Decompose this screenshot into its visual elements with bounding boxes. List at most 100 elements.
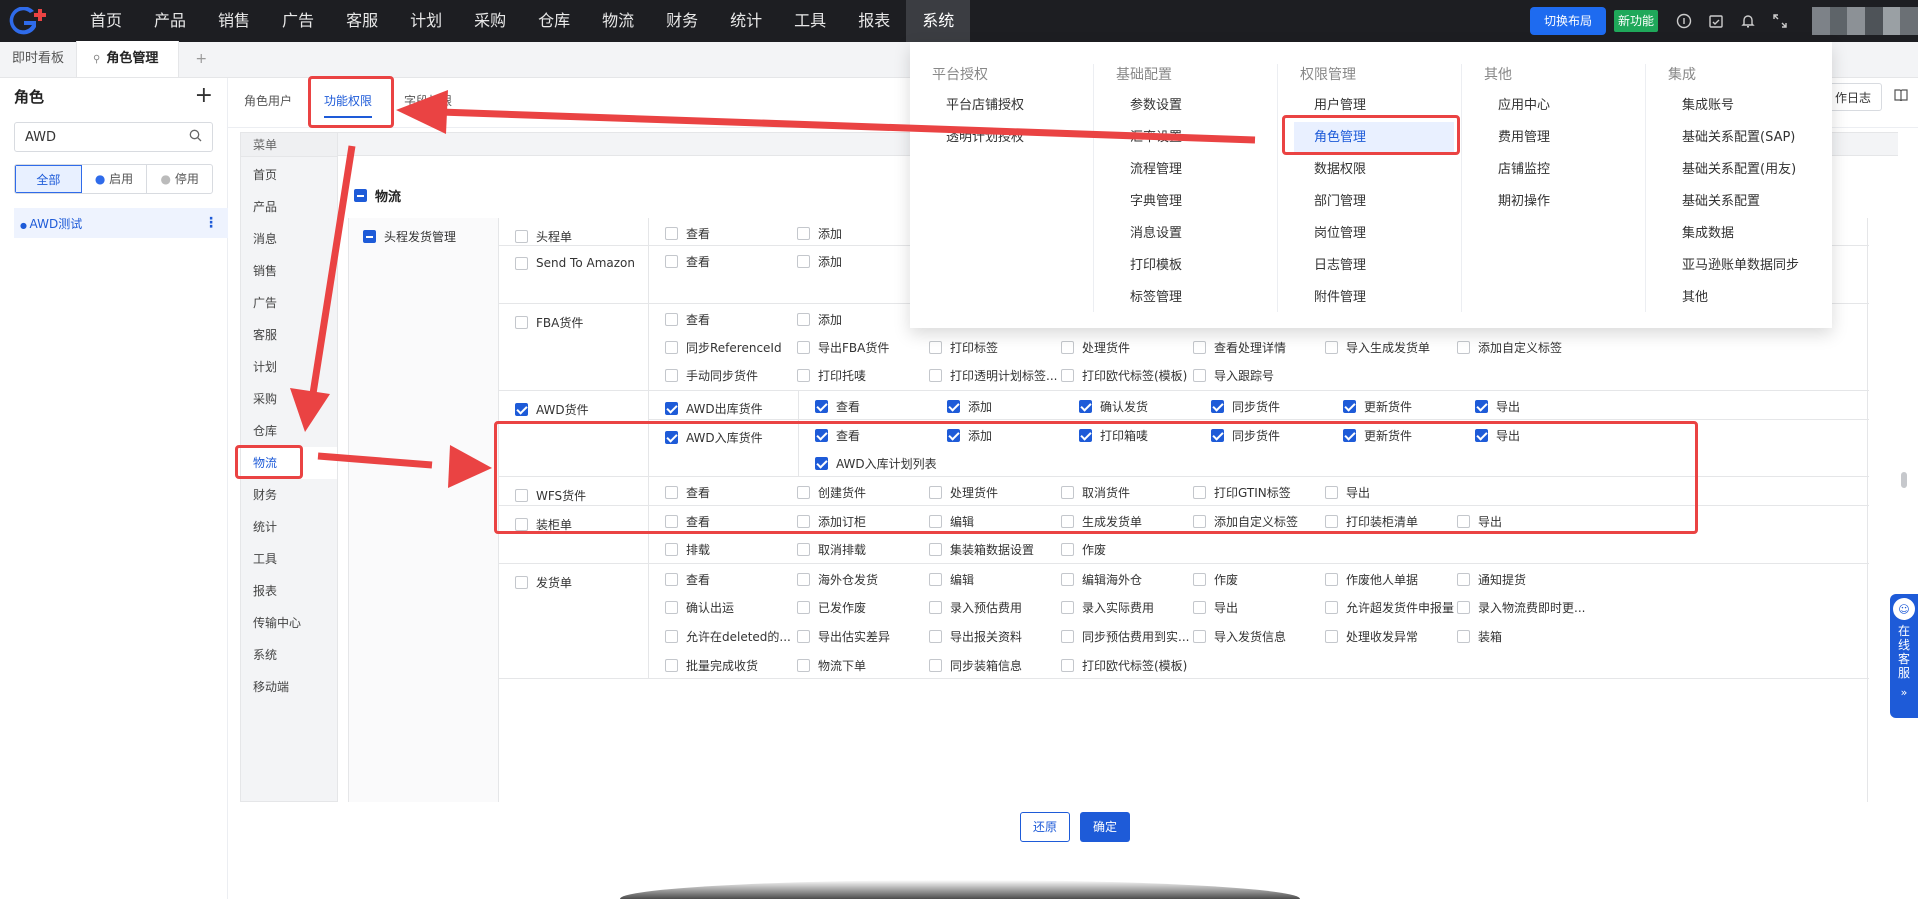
- dropdown-item[interactable]: 日志管理: [1300, 250, 1461, 282]
- permission-option[interactable]: 查看: [665, 225, 710, 242]
- permission-checkbox[interactable]: [1061, 369, 1074, 382]
- dropdown-item[interactable]: 打印模板: [1116, 250, 1277, 282]
- permission-option[interactable]: 添加自定义标签: [1457, 339, 1562, 356]
- permission-option[interactable]: 添加: [797, 311, 842, 328]
- dropdown-item[interactable]: 消息设置: [1116, 218, 1277, 250]
- permission-option[interactable]: 查看处理详情: [1193, 339, 1286, 356]
- permission-option[interactable]: 作废他人单据: [1325, 571, 1418, 588]
- permission-checkbox[interactable]: [665, 255, 678, 268]
- menu-item-0[interactable]: 首页: [241, 159, 337, 191]
- group-first-leg-shipping[interactable]: 头程发货管理: [363, 228, 456, 245]
- permission-option[interactable]: 导出FBA货件: [797, 339, 889, 356]
- book-icon[interactable]: [1894, 89, 1910, 103]
- permission-checkbox[interactable]: [1061, 630, 1074, 643]
- menu-item-13[interactable]: 报表: [241, 575, 337, 607]
- filter-all[interactable]: 全部: [15, 165, 82, 193]
- permission-checkbox[interactable]: [797, 543, 810, 556]
- permission-checkbox[interactable]: [1061, 659, 1074, 672]
- permission-checkbox[interactable]: [1193, 630, 1206, 643]
- permission-option[interactable]: 打印托唛: [797, 367, 866, 384]
- more-vertical-icon[interactable]: ⋮: [204, 215, 218, 231]
- permission-checkbox[interactable]: [1061, 601, 1074, 614]
- permission-option[interactable]: 批量完成收货: [665, 657, 758, 674]
- permission-checkbox[interactable]: [1325, 630, 1338, 643]
- subrow-label[interactable]: AWD出库货件: [665, 400, 763, 417]
- permission-option[interactable]: 查看: [815, 398, 860, 415]
- menu-item-12[interactable]: 工具: [241, 543, 337, 575]
- online-service-widget[interactable]: ☺ 在线客服 »: [1890, 594, 1918, 718]
- subtab-field-permissions[interactable]: 字段权限: [388, 78, 468, 128]
- permission-checkbox[interactable]: [1457, 630, 1470, 643]
- permission-option[interactable]: 打印标签: [929, 339, 998, 356]
- search-icon[interactable]: [189, 129, 202, 146]
- content-scrollbar[interactable]: [1901, 472, 1907, 488]
- permission-option[interactable]: 导出: [1193, 599, 1238, 616]
- dropdown-item[interactable]: 标签管理: [1116, 282, 1277, 314]
- bell-icon[interactable]: [1736, 9, 1760, 33]
- dropdown-item[interactable]: 基础关系配置(SAP): [1668, 122, 1830, 154]
- permission-option[interactable]: 打印透明计划标签...: [929, 367, 1057, 384]
- permission-checkbox[interactable]: [1211, 400, 1224, 413]
- menu-item-5[interactable]: 客服: [241, 319, 337, 351]
- permission-option[interactable]: 同步ReferenceId: [665, 339, 782, 356]
- role-item-awd[interactable]: ● AWD测试 ⋮: [14, 208, 228, 238]
- nav-item-10[interactable]: 统计: [714, 0, 778, 42]
- permission-option[interactable]: 允许超发货件申报量: [1325, 599, 1454, 616]
- permission-option[interactable]: 导出报关资料: [929, 628, 1022, 645]
- permission-checkbox[interactable]: [665, 543, 678, 556]
- calendar-check-icon[interactable]: [1704, 9, 1728, 33]
- permission-option[interactable]: 导入跟踪号: [1193, 367, 1274, 384]
- reset-button[interactable]: 还原: [1020, 812, 1070, 842]
- dropdown-item[interactable]: 基础关系配置(用友): [1668, 154, 1830, 186]
- nav-item-4[interactable]: 客服: [330, 0, 394, 42]
- permission-option[interactable]: 添加: [797, 225, 842, 242]
- dropdown-item[interactable]: 集成数据: [1668, 218, 1830, 250]
- dropdown-item[interactable]: 集成账号: [1668, 90, 1830, 122]
- permission-checkbox[interactable]: [1061, 341, 1074, 354]
- permission-option[interactable]: 物流下单: [797, 657, 866, 674]
- row-label[interactable]: 发货单: [515, 574, 572, 591]
- row-checkbox[interactable]: [515, 316, 528, 329]
- menu-item-10[interactable]: 财务: [241, 479, 337, 511]
- dropdown-item[interactable]: 汇率设置: [1116, 122, 1277, 154]
- permission-option[interactable]: 录入实际费用: [1061, 599, 1154, 616]
- permission-option[interactable]: 打印欧代标签(模板): [1061, 367, 1187, 384]
- permission-option[interactable]: 手动同步货件: [665, 367, 758, 384]
- permission-checkbox[interactable]: [797, 341, 810, 354]
- row-label[interactable]: AWD货件: [515, 401, 589, 418]
- permission-option[interactable]: 录入物流费即时更...: [1457, 599, 1585, 616]
- permission-option[interactable]: 集装箱数据设置: [929, 541, 1034, 558]
- dropdown-item[interactable]: 岗位管理: [1300, 218, 1461, 250]
- permission-checkbox[interactable]: [665, 601, 678, 614]
- permission-checkbox[interactable]: [929, 630, 942, 643]
- permission-checkbox[interactable]: [1193, 573, 1206, 586]
- permission-option[interactable]: 录入预估费用: [929, 599, 1022, 616]
- permission-option[interactable]: 已发作废: [797, 599, 866, 616]
- nav-item-11[interactable]: 工具: [778, 0, 842, 42]
- user-avatar[interactable]: [1812, 7, 1918, 35]
- permission-checkbox[interactable]: [797, 369, 810, 382]
- subtab-role-users[interactable]: 角色用户: [228, 78, 308, 128]
- dropdown-item[interactable]: 费用管理: [1484, 122, 1645, 154]
- permission-option[interactable]: 编辑: [929, 571, 974, 588]
- dropdown-item[interactable]: 流程管理: [1116, 154, 1277, 186]
- permission-option[interactable]: 排载: [665, 541, 710, 558]
- tab-dashboard[interactable]: 即时看板: [0, 41, 76, 77]
- dropdown-item[interactable]: 应用中心: [1484, 90, 1645, 122]
- menu-item-3[interactable]: 销售: [241, 255, 337, 287]
- menu-item-14[interactable]: 传输中心: [241, 607, 337, 639]
- menu-item-4[interactable]: 广告: [241, 287, 337, 319]
- section-checkbox[interactable]: [354, 189, 367, 202]
- nav-item-9[interactable]: 财务: [650, 0, 714, 42]
- permission-checkbox[interactable]: [1079, 400, 1092, 413]
- nav-item-8[interactable]: 物流: [586, 0, 650, 42]
- permission-checkbox[interactable]: [929, 573, 942, 586]
- permission-checkbox[interactable]: [1061, 543, 1074, 556]
- nav-item-3[interactable]: 广告: [266, 0, 330, 42]
- permission-checkbox[interactable]: [797, 255, 810, 268]
- new-feature-badge[interactable]: 新功能: [1613, 10, 1658, 32]
- confirm-button[interactable]: 确定: [1080, 812, 1130, 842]
- permission-checkbox[interactable]: [797, 313, 810, 326]
- permission-option[interactable]: 编辑海外仓: [1061, 571, 1142, 588]
- dropdown-item[interactable]: 字典管理: [1116, 186, 1277, 218]
